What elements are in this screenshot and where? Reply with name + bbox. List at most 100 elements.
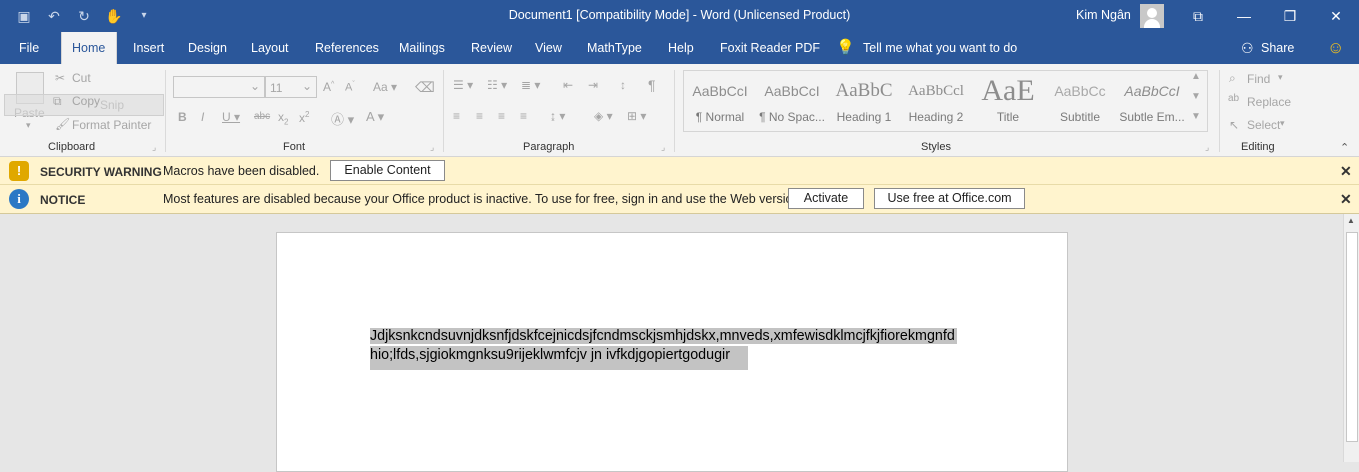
styles-scroll-up-icon[interactable]: ▲: [1191, 71, 1201, 82]
select-icon[interactable]: ↖: [1229, 118, 1239, 132]
avatar[interactable]: [1140, 4, 1164, 28]
grow-font-icon[interactable]: A^: [323, 80, 334, 94]
share-button[interactable]: Share: [1261, 32, 1294, 64]
restore-button[interactable]: ❐: [1267, 0, 1313, 32]
font-color-icon[interactable]: A ▾: [366, 109, 384, 125]
vertical-scrollbar[interactable]: ▲: [1343, 214, 1359, 462]
tab-mailings[interactable]: Mailings: [399, 32, 445, 64]
styles-more-icon[interactable]: ▼: [1191, 111, 1201, 122]
style-no-spacing[interactable]: AaBbCcI ¶ No Spac...: [759, 76, 825, 126]
close-icon[interactable]: ✕: [1340, 163, 1352, 180]
styles-scroll-down-icon[interactable]: ▼: [1191, 91, 1201, 102]
select-dropdown-icon[interactable]: ▾: [1280, 118, 1285, 129]
tab-review[interactable]: Review: [471, 32, 512, 64]
editing-group-label: Editing: [1241, 141, 1275, 153]
style-heading-2[interactable]: AaBbCcl Heading 2: [903, 76, 969, 126]
lightbulb-icon: 💡: [836, 39, 855, 56]
user-name[interactable]: Kim Ngân: [1076, 8, 1131, 22]
style-heading-1[interactable]: AaBbC Heading 1: [831, 76, 897, 126]
use-free-button[interactable]: Use free at Office.com: [874, 188, 1025, 209]
close-icon[interactable]: ✕: [1340, 191, 1352, 208]
replace-icon[interactable]: ab: [1228, 93, 1239, 104]
smiley-icon[interactable]: ☺: [1327, 32, 1344, 64]
borders-icon[interactable]: ⊞ ▾: [627, 109, 646, 123]
subscript-icon[interactable]: x2: [278, 110, 288, 126]
tab-layout[interactable]: Layout: [251, 32, 289, 64]
justify-icon[interactable]: ≡: [520, 109, 527, 123]
style-name: Subtitle: [1059, 110, 1101, 124]
tab-home[interactable]: Home: [61, 32, 117, 64]
selected-text-line[interactable]: hio;lfds,sjgiokmgnksu9rijeklwmfcjv jn iv…: [370, 346, 748, 370]
tab-design[interactable]: Design: [188, 32, 227, 64]
tab-mathtype[interactable]: MathType: [587, 32, 642, 64]
sort-icon[interactable]: ↕: [620, 78, 626, 92]
scrollbar-thumb[interactable]: [1346, 232, 1358, 442]
text-effects-icon[interactable]: Ⓐ ▾: [331, 109, 354, 128]
paste-dropdown-icon[interactable]: ▾: [26, 120, 31, 131]
font-launcher-icon[interactable]: ⌟: [430, 142, 434, 153]
info-icon: i: [9, 189, 29, 209]
style-name: Heading 2: [908, 110, 964, 124]
font-name-combo[interactable]: ⌄: [173, 76, 265, 98]
paragraph-launcher-icon[interactable]: ⌟: [661, 142, 665, 153]
align-right-icon[interactable]: ≡: [498, 109, 505, 123]
close-button[interactable]: ✕: [1313, 0, 1359, 32]
style-subtitle[interactable]: AaBbCc Subtitle: [1047, 76, 1113, 126]
tab-insert[interactable]: Insert: [133, 32, 164, 64]
numbering-icon[interactable]: ☷ ▾: [487, 78, 507, 92]
italic-icon[interactable]: I: [201, 110, 204, 124]
find-button[interactable]: Find: [1247, 72, 1270, 86]
tab-view[interactable]: View: [535, 32, 562, 64]
tab-references[interactable]: References: [315, 32, 379, 64]
line-spacing-icon[interactable]: ↨ ▾: [550, 109, 565, 123]
bold-icon[interactable]: B: [178, 110, 187, 124]
format-painter-button[interactable]: Format Painter: [72, 118, 151, 132]
style-title[interactable]: AaE Title: [975, 76, 1041, 126]
minimize-button[interactable]: —: [1221, 0, 1267, 32]
copy-icon[interactable]: ⧉: [53, 94, 62, 109]
notice-bar: i NOTICE Most features are disabled beca…: [0, 185, 1359, 214]
shading-icon[interactable]: ◈ ▾: [594, 109, 613, 123]
tell-me-search[interactable]: Tell me what you want to do: [863, 32, 1017, 64]
strikethrough-icon[interactable]: abc: [254, 111, 270, 122]
security-warning-text: Macros have been disabled.: [163, 164, 320, 178]
clipboard-launcher-icon[interactable]: ⌟: [152, 142, 156, 153]
tab-foxit-reader-pdf[interactable]: Foxit Reader PDF: [720, 32, 820, 64]
align-left-icon[interactable]: ≡: [453, 109, 460, 123]
ribbon-display-options-icon[interactable]: ⧉: [1175, 0, 1221, 32]
tab-file[interactable]: File: [19, 32, 39, 64]
decrease-indent-icon[interactable]: ⇤: [563, 78, 573, 92]
styles-launcher-icon[interactable]: ⌟: [1205, 142, 1209, 153]
enable-content-button[interactable]: Enable Content: [330, 160, 445, 181]
cut-button[interactable]: Cut: [72, 71, 91, 85]
clear-formatting-icon[interactable]: ⌫: [415, 79, 435, 96]
activate-button[interactable]: Activate: [788, 188, 864, 209]
tab-help[interactable]: Help: [668, 32, 694, 64]
underline-icon[interactable]: U ▾: [222, 110, 240, 124]
cut-icon[interactable]: ✂: [55, 71, 65, 85]
increase-indent-icon[interactable]: ⇥: [588, 78, 598, 92]
format-painter-icon[interactable]: 🖌: [55, 117, 70, 131]
align-center-icon[interactable]: ≡: [476, 109, 483, 123]
document-body[interactable]: Jdjksnkcndsuvnjdksnfjdskfcejnicdsjfcndms…: [370, 327, 973, 370]
change-case-icon[interactable]: Aa ▾: [373, 80, 397, 94]
select-button[interactable]: Select: [1247, 118, 1280, 132]
find-dropdown-icon[interactable]: ▾: [1278, 72, 1283, 83]
find-icon[interactable]: ⌕: [1229, 71, 1236, 86]
style-subtle-emphasis[interactable]: AaBbCcI Subtle Em...: [1119, 76, 1185, 126]
collapse-ribbon-icon[interactable]: ⌃: [1340, 141, 1349, 154]
bullets-icon[interactable]: ☰ ▾: [453, 78, 473, 92]
selected-text-line[interactable]: Jdjksnkcndsuvnjdksnfjdskfcejnicdsjfcndms…: [370, 328, 957, 344]
snip-label[interactable]: Snip: [100, 98, 124, 112]
multilevel-list-icon[interactable]: ≣ ▾: [521, 78, 540, 92]
style-preview: AaBbCcI: [692, 83, 748, 99]
style-normal[interactable]: AaBbCcI ¶ Normal: [687, 76, 753, 126]
replace-button[interactable]: Replace: [1247, 95, 1291, 109]
shrink-font-icon[interactable]: Aˇ: [345, 81, 355, 94]
show-marks-icon[interactable]: ¶: [648, 77, 656, 93]
superscript-icon[interactable]: x2: [299, 110, 309, 125]
copy-button[interactable]: Copy: [72, 94, 100, 108]
scroll-up-icon[interactable]: ▲: [1347, 216, 1355, 225]
font-group-label: Font: [283, 141, 306, 153]
font-size-combo[interactable]: 11 ⌄: [265, 76, 317, 98]
